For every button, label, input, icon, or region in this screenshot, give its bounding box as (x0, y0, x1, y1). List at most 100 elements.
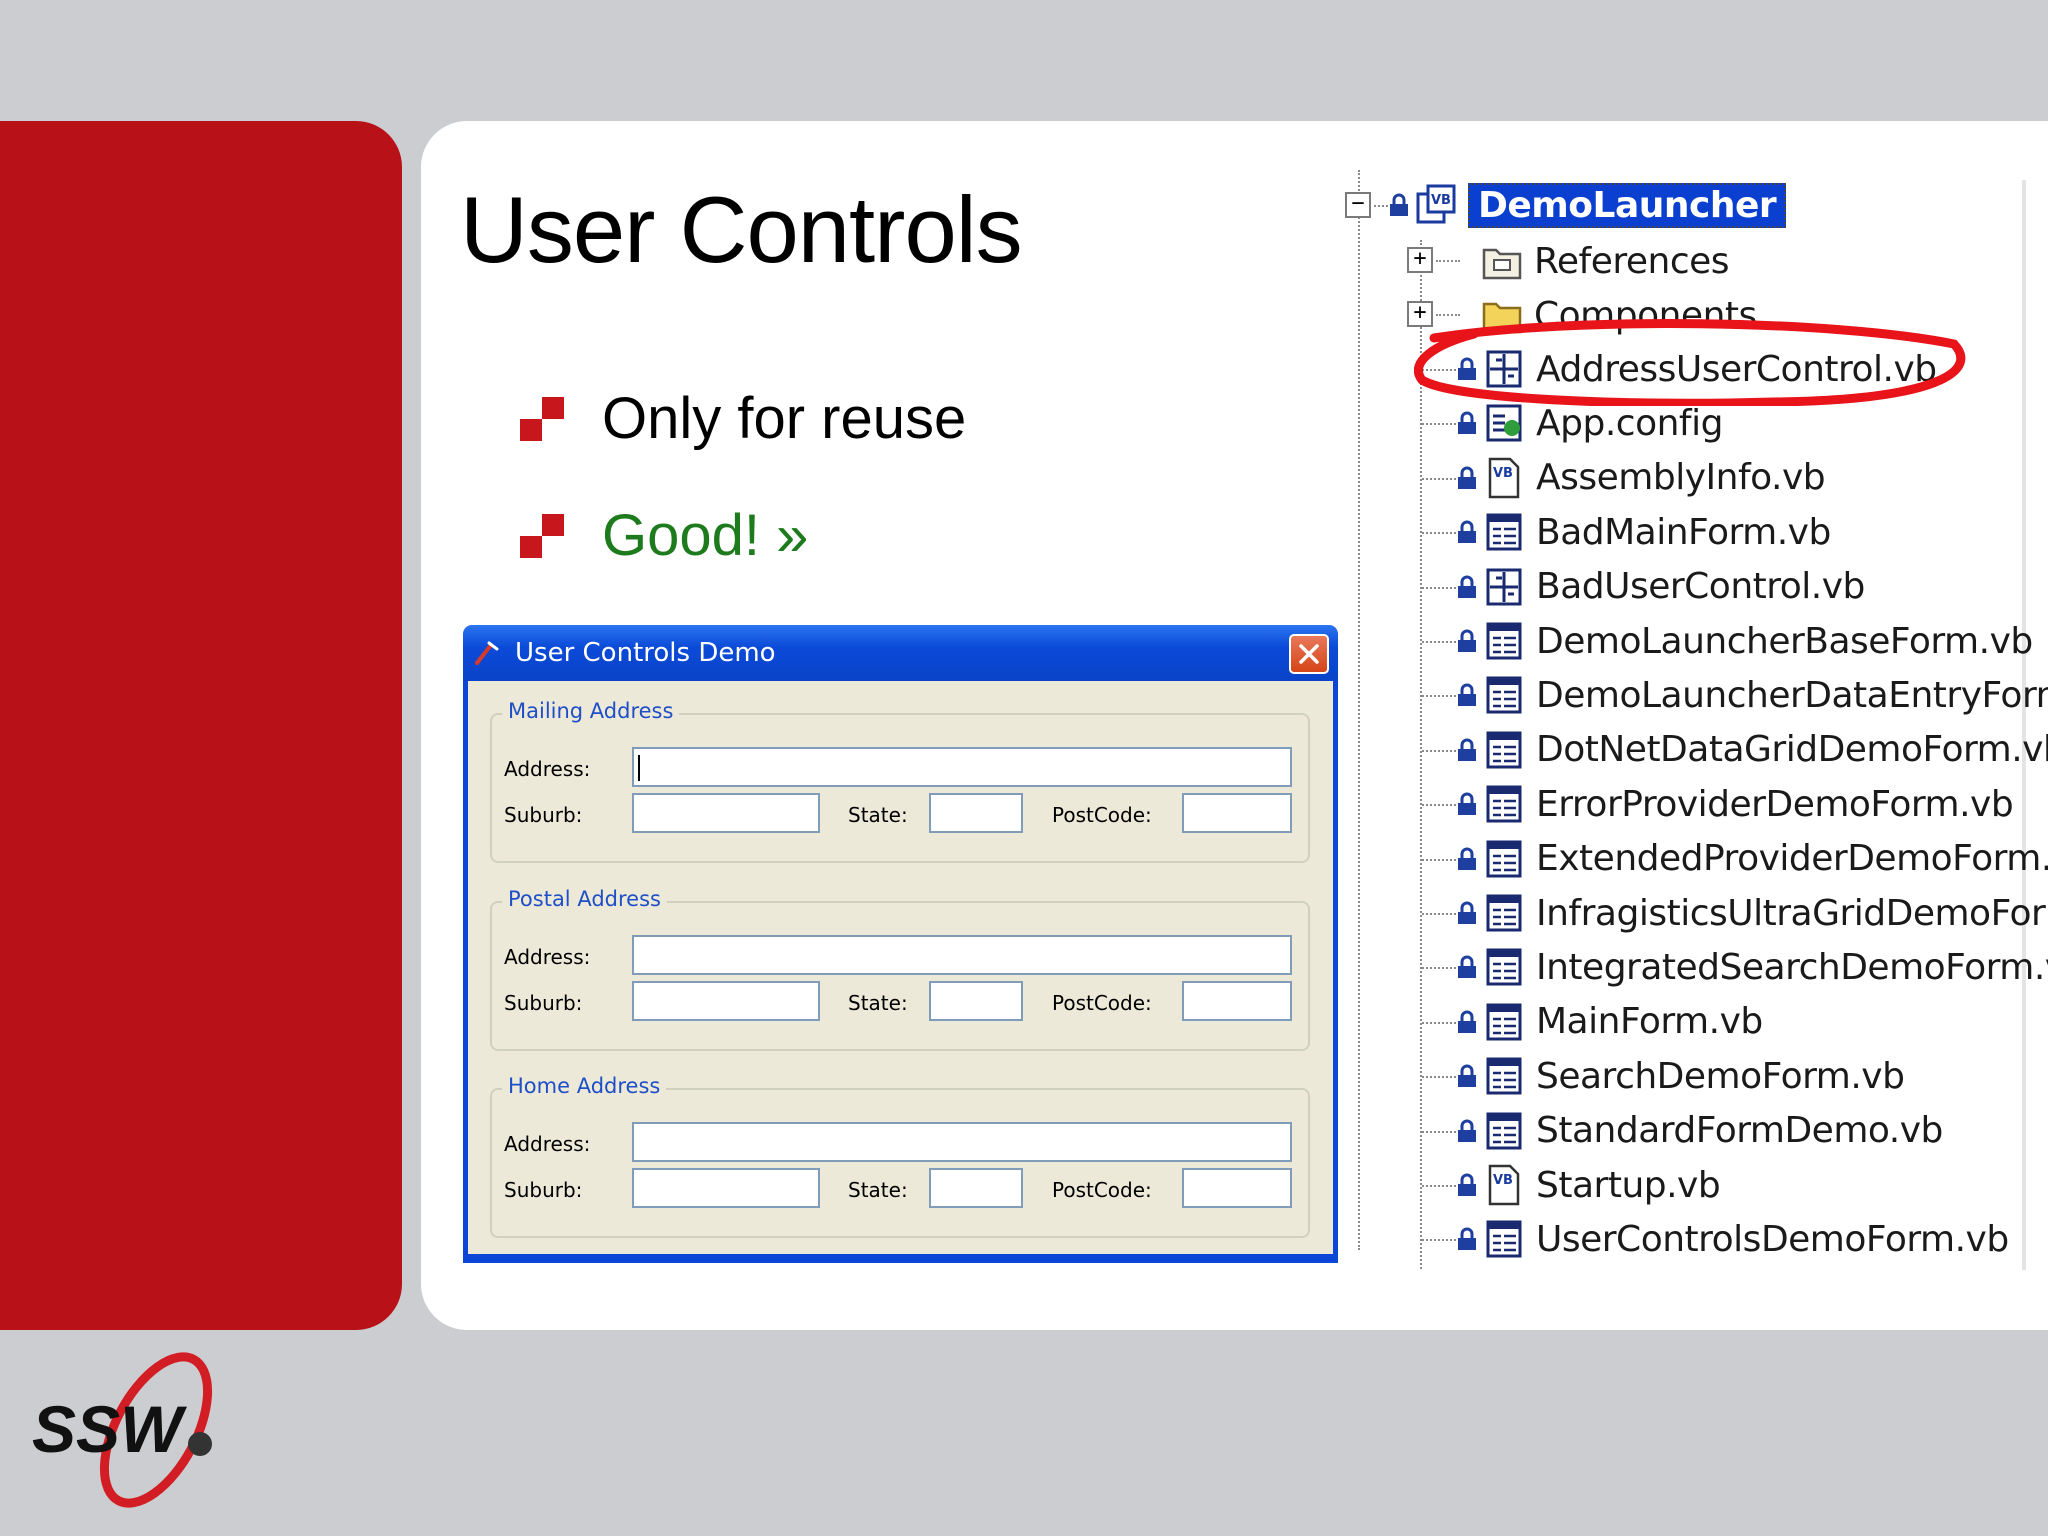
bullet-item[interactable]: Good! » (520, 502, 808, 569)
state-label: State: (848, 803, 908, 827)
state-input[interactable] (929, 1168, 1023, 1208)
tree-file-label: UserControlsDemoForm.vb (1536, 1218, 2009, 1260)
tree-file-node[interactable]: BadMainForm.vb (1456, 505, 1831, 559)
tree-file-node[interactable]: SearchDemoForm.vb (1456, 1049, 1905, 1103)
suburb-label: Suburb: (504, 803, 583, 827)
lock-icon (1458, 1227, 1476, 1251)
postcode-label: PostCode: (1052, 1178, 1152, 1202)
suburb-input[interactable] (632, 793, 820, 833)
highlight-annotation (1414, 319, 1966, 406)
tree-file-label: BadUserControl.vb (1536, 566, 1865, 608)
tree-file-label: App.config (1536, 402, 1723, 444)
tree-folder-references[interactable]: References (1482, 234, 1730, 288)
address-label: Address: (504, 757, 591, 781)
tree-file-label: ExtendedProviderDemoForm.vb (1536, 838, 2048, 880)
user-controls-demo-window: User Controls Demo Mailing Address Addre… (463, 625, 1338, 1263)
svg-text:SSW: SSW (32, 1392, 187, 1466)
state-input[interactable] (929, 981, 1023, 1021)
bullet-square-icon (520, 513, 564, 558)
lock-icon (1458, 629, 1476, 652)
postcode-input[interactable] (1182, 793, 1292, 833)
tree-file-node[interactable]: StandardFormDemo.vb (1456, 1104, 1943, 1158)
form-icon (1486, 894, 1522, 932)
lock-icon (1458, 683, 1476, 707)
form-icon (1486, 1003, 1522, 1041)
group-legend: Mailing Address (502, 699, 680, 723)
address-input[interactable] (632, 935, 1292, 975)
expand-references-button[interactable]: + (1407, 247, 1433, 273)
tree-file-node[interactable]: ExtendedProviderDemoForm.vb (1456, 832, 2048, 886)
tree-file-label: BadMainForm.vb (1536, 511, 1831, 553)
suburb-input[interactable] (632, 981, 820, 1021)
suburb-label: Suburb: (504, 1178, 583, 1202)
ssw-logo: SSW (32, 1352, 213, 1508)
window-title: User Controls Demo (515, 638, 776, 668)
tree-file-node[interactable]: DotNetDataGridDemoForm.vb (1456, 723, 2048, 777)
postcode-input[interactable] (1182, 1168, 1292, 1208)
lock-icon (1458, 1010, 1476, 1033)
lock-icon (1458, 955, 1476, 979)
vb-file-icon: VB (1488, 457, 1520, 499)
lock-icon (1458, 520, 1476, 544)
form-icon (1486, 731, 1522, 769)
tree-file-node[interactable]: DemoLauncherBaseForm.vb (1456, 614, 2033, 668)
tree-file-node[interactable]: UserControlsDemoForm.vb (1456, 1212, 2009, 1266)
suburb-input[interactable] (632, 1168, 820, 1208)
tree-file-label: IntegratedSearchDemoForm.vb (1536, 946, 2048, 988)
vb-file-icon: VB (1488, 1164, 1520, 1206)
group-legend: Postal Address (502, 887, 667, 911)
address-input[interactable] (632, 1122, 1292, 1162)
address-label: Address: (504, 1132, 591, 1156)
tree-file-node[interactable]: DemoLauncherDataEntryForm.vb (1456, 668, 2048, 722)
tree-file-node[interactable]: IntegratedSearchDemoForm.vb (1456, 940, 2048, 994)
lock-icon (1458, 575, 1476, 598)
tree-file-label: StandardFormDemo.vb (1536, 1110, 1943, 1152)
address-input[interactable] (632, 747, 1292, 787)
tree-root-node[interactable]: VB DemoLauncher (1388, 178, 1787, 232)
bullet-text: Only for reuse (602, 386, 967, 451)
tree-folder-label: References (1534, 240, 1730, 282)
lock-icon (1458, 1173, 1476, 1196)
collapse-root-button[interactable]: − (1345, 192, 1371, 218)
tree-file-node[interactable]: MainForm.vb (1456, 995, 1763, 1049)
form-icon (1486, 513, 1522, 551)
good-link[interactable]: Good! » (602, 502, 808, 569)
tree-file-node[interactable]: BadUserControl.vb (1456, 560, 1865, 614)
postcode-input[interactable] (1182, 981, 1292, 1021)
tree-file-label: Startup.vb (1536, 1164, 1721, 1206)
tree-file-node[interactable]: ErrorProviderDemoForm.vb (1456, 777, 2014, 831)
references-folder-icon (1482, 248, 1522, 280)
tree-file-label: DemoLauncherBaseForm.vb (1536, 620, 2033, 662)
lock-icon (1458, 901, 1476, 924)
window-titlebar[interactable]: User Controls Demo (463, 625, 1338, 681)
lock-icon (1458, 792, 1476, 816)
group-legend: Home Address (502, 1074, 667, 1098)
mailing-address-group: Mailing Address Address: Suburb: State: … (490, 699, 1310, 863)
close-icon (1299, 644, 1319, 664)
lock-icon (1458, 466, 1476, 489)
vb-project-icon: VB (1416, 184, 1456, 224)
form-icon (1486, 840, 1522, 878)
slide-title: User Controls (460, 177, 1023, 282)
lock-icon (1458, 738, 1476, 761)
svg-text:VB: VB (1431, 193, 1451, 208)
close-button[interactable] (1289, 634, 1329, 674)
svg-text:VB: VB (1493, 466, 1513, 481)
lock-icon (1458, 1064, 1476, 1088)
form-icon (1486, 622, 1522, 660)
postcode-label: PostCode: (1052, 803, 1152, 827)
form-icon (1486, 785, 1522, 823)
tree-root-label: DemoLauncher (1468, 182, 1787, 228)
state-input[interactable] (929, 793, 1023, 833)
tree-file-node[interactable]: InfragisticsUltraGridDemoForm.vb (1456, 886, 2048, 940)
tree-file-node[interactable]: VB Startup.vb (1456, 1158, 1721, 1212)
form-icon (1486, 1112, 1522, 1150)
postal-address-group: Postal Address Address: Suburb: State: P… (490, 887, 1310, 1051)
home-address-group: Home Address Address: Suburb: State: Pos… (490, 1074, 1310, 1238)
window-body: Mailing Address Address: Suburb: State: … (468, 681, 1333, 1254)
bullet-square-icon (520, 396, 564, 441)
tree-file-node[interactable]: VB AssemblyInfo.vb (1456, 451, 1826, 505)
form-icon (1486, 1220, 1522, 1258)
lock-icon (1390, 193, 1408, 216)
red-side-panel (0, 121, 402, 1330)
